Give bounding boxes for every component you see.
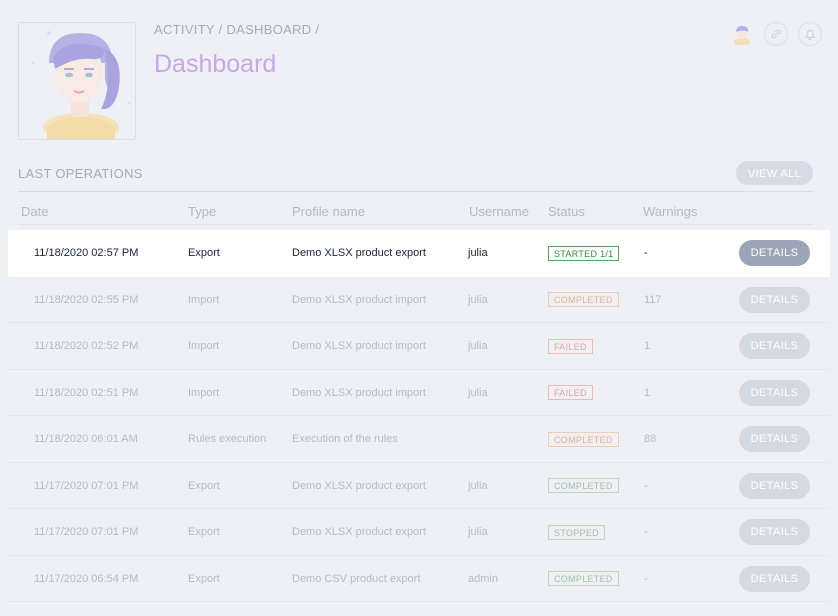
section-title: LAST OPERATIONS [18,166,143,181]
cell-date: 11/17/2020 07:01 PM [34,526,139,538]
cell-status: STARTED 1/1 [548,230,620,276]
column-header-username: Username [469,204,529,219]
cell-username: julia [468,386,488,399]
cell-type: Export [188,479,220,492]
column-header-date: Date [21,204,49,219]
cell-warnings: - [644,479,648,492]
cell-profile: Demo XLSX product import [292,340,426,352]
details-button[interactable]: DETAILS [739,426,810,452]
cell-date: 11/18/2020 02:51 PM [34,386,139,399]
cell-type: Export [188,247,220,259]
view-all-button[interactable]: VIEW ALL [736,161,813,185]
table-row[interactable]: 11/17/2020 06:54 PM Export Demo CSV prod… [8,556,830,602]
status-badge: STARTED 1/1 [548,245,620,261]
page-title: Dashboard [154,50,277,78]
status-badge: FAILED [548,338,593,354]
status-badge: COMPLETED [548,292,619,308]
details-button[interactable]: DETAILS [739,333,810,359]
cell-status: FAILED [548,370,593,416]
cell-warnings: 117 [644,293,662,306]
cell-date: 11/18/2020 06:01 AM [34,433,138,445]
cell-profile: Execution of the rules [292,433,398,445]
cell-profile: Demo XLSX product export [292,247,426,259]
cell-warnings: 88 [644,433,657,445]
table-row[interactable]: 11/18/2020 02:57 PM Export Demo XLSX pro… [8,230,830,277]
cell-username: julia [468,526,488,538]
cell-status: COMPLETED [548,416,619,462]
cell-username: admin [468,572,498,585]
cell-type: Import [188,386,220,399]
header-actions [730,22,822,46]
cell-profile: Demo XLSX product import [292,293,426,306]
details-button[interactable]: DETAILS [739,565,810,592]
details-button[interactable]: DETAILS [739,286,810,313]
table-row[interactable]: 11/18/2020 02:52 PM Import Demo XLSX pro… [8,323,830,370]
cell-warnings: - [644,247,648,259]
table-row[interactable]: 11/17/2020 07:01 PM Export Demo XLSX pro… [8,463,830,509]
table-header: Date Type Profile name Username Status W… [18,199,813,225]
table-row[interactable]: 11/18/2020 06:01 AM Rules execution Exec… [8,416,830,463]
cell-type: Export [188,526,220,538]
details-button[interactable]: DETAILS [739,240,810,266]
column-header-type: Type [188,204,217,219]
cell-status: FAILED [548,323,593,369]
cell-type: Import [188,293,220,306]
cell-date: 11/17/2020 06:54 PM [34,572,139,585]
cell-status: COMPLETED [548,556,619,602]
column-header-profile: Profile name [292,204,365,219]
cell-username: julia [468,479,488,492]
dashboard-illustration [18,22,136,141]
user-avatar-icon[interactable] [730,22,754,46]
cell-type: Rules execution [188,433,267,445]
cell-type: Export [188,572,220,585]
cell-type: Import [188,340,220,352]
section-divider [18,191,813,192]
cell-status: COMPLETED [548,277,619,323]
cell-profile: Demo CSV product export [292,572,421,585]
cell-date: 11/18/2020 02:55 PM [34,293,139,306]
cell-profile: Demo XLSX product export [292,526,426,538]
details-button[interactable]: DETAILS [739,472,810,499]
table-row[interactable]: 11/18/2020 02:51 PM Import Demo XLSX pro… [8,370,830,416]
cell-warnings: 1 [644,386,651,399]
cell-warnings: 1 [644,340,651,352]
table-row[interactable]: 11/17/2020 07:01 PM Export Demo XLSX pro… [8,509,830,556]
cell-warnings: - [644,572,648,585]
cell-username: julia [468,293,488,306]
operations-table: 11/18/2020 02:57 PM Export Demo XLSX pro… [8,230,830,602]
cell-status: COMPLETED [548,463,619,509]
bell-icon[interactable] [798,22,822,46]
status-badge: FAILED [548,385,593,401]
cell-date: 11/18/2020 02:52 PM [34,340,139,352]
cell-date: 11/18/2020 02:57 PM [34,247,139,259]
column-header-status: Status [548,204,585,219]
cell-date: 11/17/2020 07:01 PM [34,479,139,492]
cell-profile: Demo XLSX product import [292,386,426,399]
cell-username: julia [468,340,488,352]
breadcrumb[interactable]: ACTIVITY / DASHBOARD / [154,22,319,37]
cell-warnings: - [644,526,648,538]
status-badge: COMPLETED [548,478,619,494]
cell-profile: Demo XLSX product export [292,479,426,492]
status-badge: COMPLETED [548,571,619,587]
link-icon[interactable] [764,22,788,46]
table-row[interactable]: 11/18/2020 02:55 PM Import Demo XLSX pro… [8,277,830,323]
cell-status: STOPPED [548,509,605,555]
status-badge: COMPLETED [548,431,619,447]
woman-avatar-illustration-icon [31,31,131,141]
status-badge: STOPPED [548,524,605,540]
details-button[interactable]: DETAILS [739,379,810,406]
cell-username: julia [468,247,488,259]
details-button[interactable]: DETAILS [739,519,810,545]
column-header-warnings: Warnings [643,204,698,219]
